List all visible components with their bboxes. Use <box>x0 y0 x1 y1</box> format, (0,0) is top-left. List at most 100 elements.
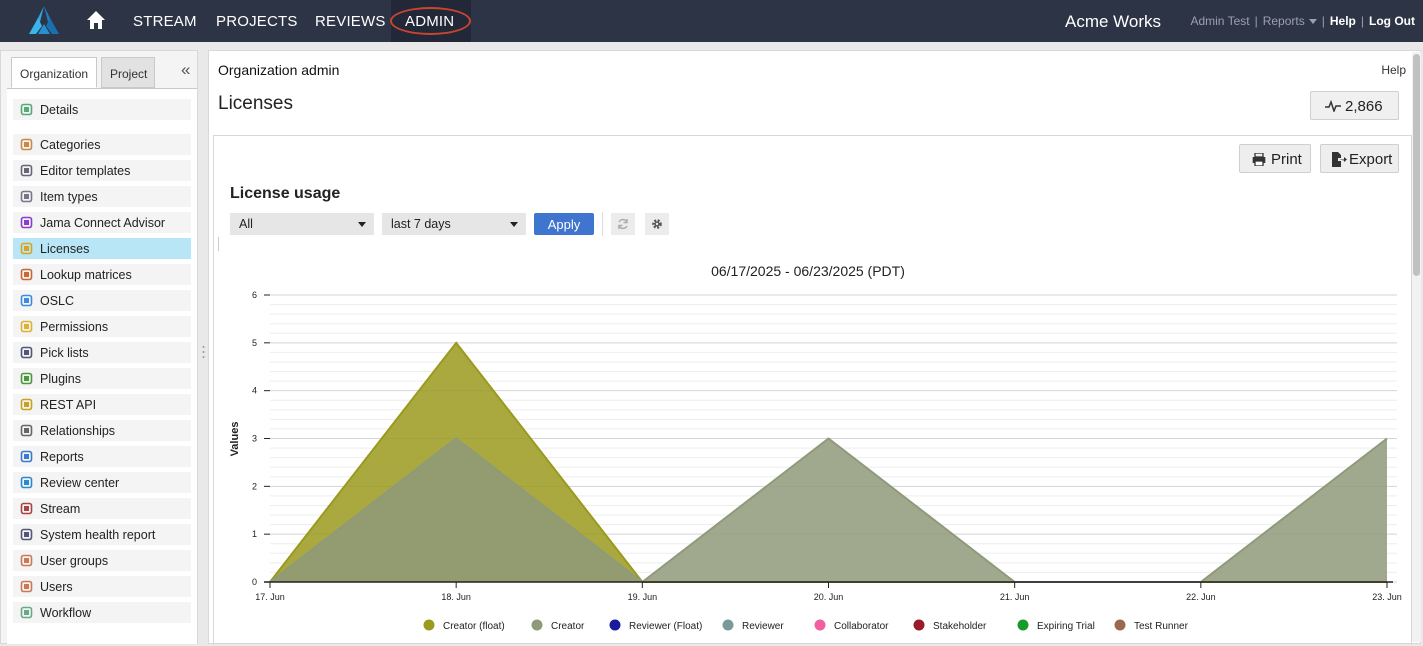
sidebar-item-user-groups[interactable]: User groups <box>13 550 191 571</box>
legend-label: Stakeholder <box>933 621 987 632</box>
chart-icon <box>20 450 33 463</box>
sidebar-item-review-center[interactable]: Review center <box>13 472 191 493</box>
sidebar-item-label: Review center <box>40 476 120 490</box>
sidebar-item-label: Pick lists <box>40 346 89 360</box>
legend-marker <box>531 619 543 631</box>
nav-stream[interactable]: STREAM <box>133 13 197 30</box>
top-navigation-bar: STREAM PROJECTS REVIEWS ADMIN Acme Works… <box>0 0 1423 42</box>
sidebar-item-oslc[interactable]: OSLC <box>13 290 191 311</box>
jama-logo-icon[interactable] <box>26 4 62 38</box>
sidebar-item-label: Licenses <box>40 242 90 256</box>
sidebar-item-label: Reports <box>40 450 84 464</box>
sidebar-item-label: OSLC <box>40 294 75 308</box>
user-group-icon <box>20 554 33 567</box>
sidebar-item-jama-connect-advisor[interactable]: Jama Connect Advisor <box>13 212 191 233</box>
help-link[interactable]: Help <box>1330 14 1356 28</box>
home-icon[interactable] <box>86 10 106 30</box>
sidebar-item-permissions[interactable]: Permissions <box>13 316 191 337</box>
main-content: Organization admin Help Licenses 2,866 P… <box>208 50 1421 645</box>
sidebar-item-label: User groups <box>40 554 109 568</box>
sidebar-item-label: Stream <box>40 502 81 516</box>
sidebar-item-pick-lists[interactable]: Pick lists <box>13 342 191 363</box>
page-title: Licenses <box>218 93 293 114</box>
admin-menu-list: Details Categories Editor templates Item ty… <box>7 88 197 644</box>
y-tick-label: 4 <box>252 386 257 396</box>
sidebar-item-users[interactable]: Users <box>13 576 191 597</box>
stream-icon <box>20 502 33 515</box>
activity-count-button[interactable]: 2,866 <box>1310 91 1399 120</box>
sidebar-item-system-health-report[interactable]: System health report <box>13 524 191 545</box>
x-tick-label: 22. Jun <box>1186 592 1216 602</box>
nav-projects[interactable]: PROJECTS <box>216 13 298 30</box>
sidebar-item-label: Details <box>40 103 79 117</box>
nav-reviews[interactable]: REVIEWS <box>315 13 386 30</box>
license-usage-chart: 06/17/2025 - 06/23/2025 (PDT) Values 0 1 2… <box>229 263 1402 632</box>
legend-marker <box>1017 619 1029 631</box>
separator: | <box>1360 14 1365 28</box>
y-tick-label: 0 <box>252 577 257 587</box>
scrollbar-thumb[interactable] <box>1413 54 1420 276</box>
tag-icon <box>20 138 33 151</box>
legend-label: Expiring Trial <box>1037 621 1095 632</box>
legend-label: Collaborator <box>834 621 889 632</box>
y-tick-label: 1 <box>252 529 257 539</box>
breadcrumb: Organization admin <box>218 62 340 78</box>
review-icon <box>20 476 33 489</box>
tab-organization[interactable]: Organization <box>11 57 97 88</box>
page-help-link[interactable]: Help <box>1381 63 1406 77</box>
legend-label: Reviewer (Float) <box>629 621 702 632</box>
advisor-icon <box>20 216 33 229</box>
x-tick-label: 18. Jun <box>441 592 471 602</box>
sidebar-item-label: System health report <box>40 528 156 542</box>
sidebar-item-stream[interactable]: Stream <box>13 498 191 519</box>
license-usage-panel: Print Export License usage All last 7 da… <box>213 135 1412 645</box>
legend-marker <box>913 619 925 631</box>
sidebar-item-label: Workflow <box>40 606 92 620</box>
workflow-icon <box>20 606 33 619</box>
reports-menu-label: Reports <box>1262 14 1305 28</box>
sidebar-item-label: Users <box>40 580 73 594</box>
logout-link[interactable]: Log Out <box>1369 14 1415 28</box>
sidebar-item-workflow[interactable]: Workflow <box>13 602 191 623</box>
details-icon <box>20 103 33 116</box>
sidebar-item-relationships[interactable]: Relationships <box>13 420 191 441</box>
x-tick-label: 20. Jun <box>814 592 844 602</box>
separator: | <box>1321 14 1325 28</box>
shield-icon <box>20 320 33 333</box>
sidebar-item-reports[interactable]: Reports <box>13 446 191 467</box>
admin-sidebar: Organization Project « Details Categories… <box>0 50 198 644</box>
sidebar-item-editor-templates[interactable]: Editor templates <box>13 160 191 181</box>
sidebar-item-label: Jama Connect Advisor <box>40 216 166 230</box>
legend-label: Creator <box>551 621 585 632</box>
sidebar-item-rest-api[interactable]: REST API <box>13 394 191 415</box>
health-icon <box>20 528 33 541</box>
x-tick-label: 23. Jun <box>1372 592 1402 602</box>
x-tick-label: 21. Jun <box>1000 592 1030 602</box>
sidebar-item-lookup-matrices[interactable]: Lookup matrices <box>13 264 191 285</box>
sidebar-item-plugins[interactable]: Plugins <box>13 368 191 389</box>
template-icon <box>20 164 33 177</box>
collapse-sidebar-icon[interactable]: « <box>181 60 190 80</box>
item-types-icon <box>20 190 33 203</box>
user-icon <box>20 580 33 593</box>
api-key-icon <box>20 398 33 411</box>
organization-name: Acme Works <box>1065 12 1162 31</box>
legend-label: Reviewer <box>742 621 784 632</box>
sidebar-item-licenses[interactable]: Licenses <box>13 238 191 259</box>
sidebar-item-item-types[interactable]: Item types <box>13 186 191 207</box>
sidebar-item-details[interactable]: Details <box>13 99 191 120</box>
sidebar-item-label: Permissions <box>40 320 109 334</box>
user-menu[interactable]: Admin Test <box>1190 14 1249 28</box>
sidebar-item-label: Lookup matrices <box>40 268 132 282</box>
reports-menu[interactable]: Reports <box>1263 14 1317 28</box>
vertical-scrollbar[interactable] <box>1412 52 1421 642</box>
legend-marker <box>609 619 621 631</box>
sidebar-item-categories[interactable]: Categories <box>13 134 191 155</box>
resize-handle-icon[interactable] <box>202 345 205 359</box>
y-axis-label: Values <box>229 422 241 457</box>
sidebar-item-label: REST API <box>40 398 97 412</box>
tab-project[interactable]: Project <box>101 57 155 88</box>
sidebar-item-label: Plugins <box>40 372 81 386</box>
chart-title: 06/17/2025 - 06/23/2025 (PDT) <box>711 263 905 279</box>
y-tick-label: 6 <box>252 290 257 300</box>
